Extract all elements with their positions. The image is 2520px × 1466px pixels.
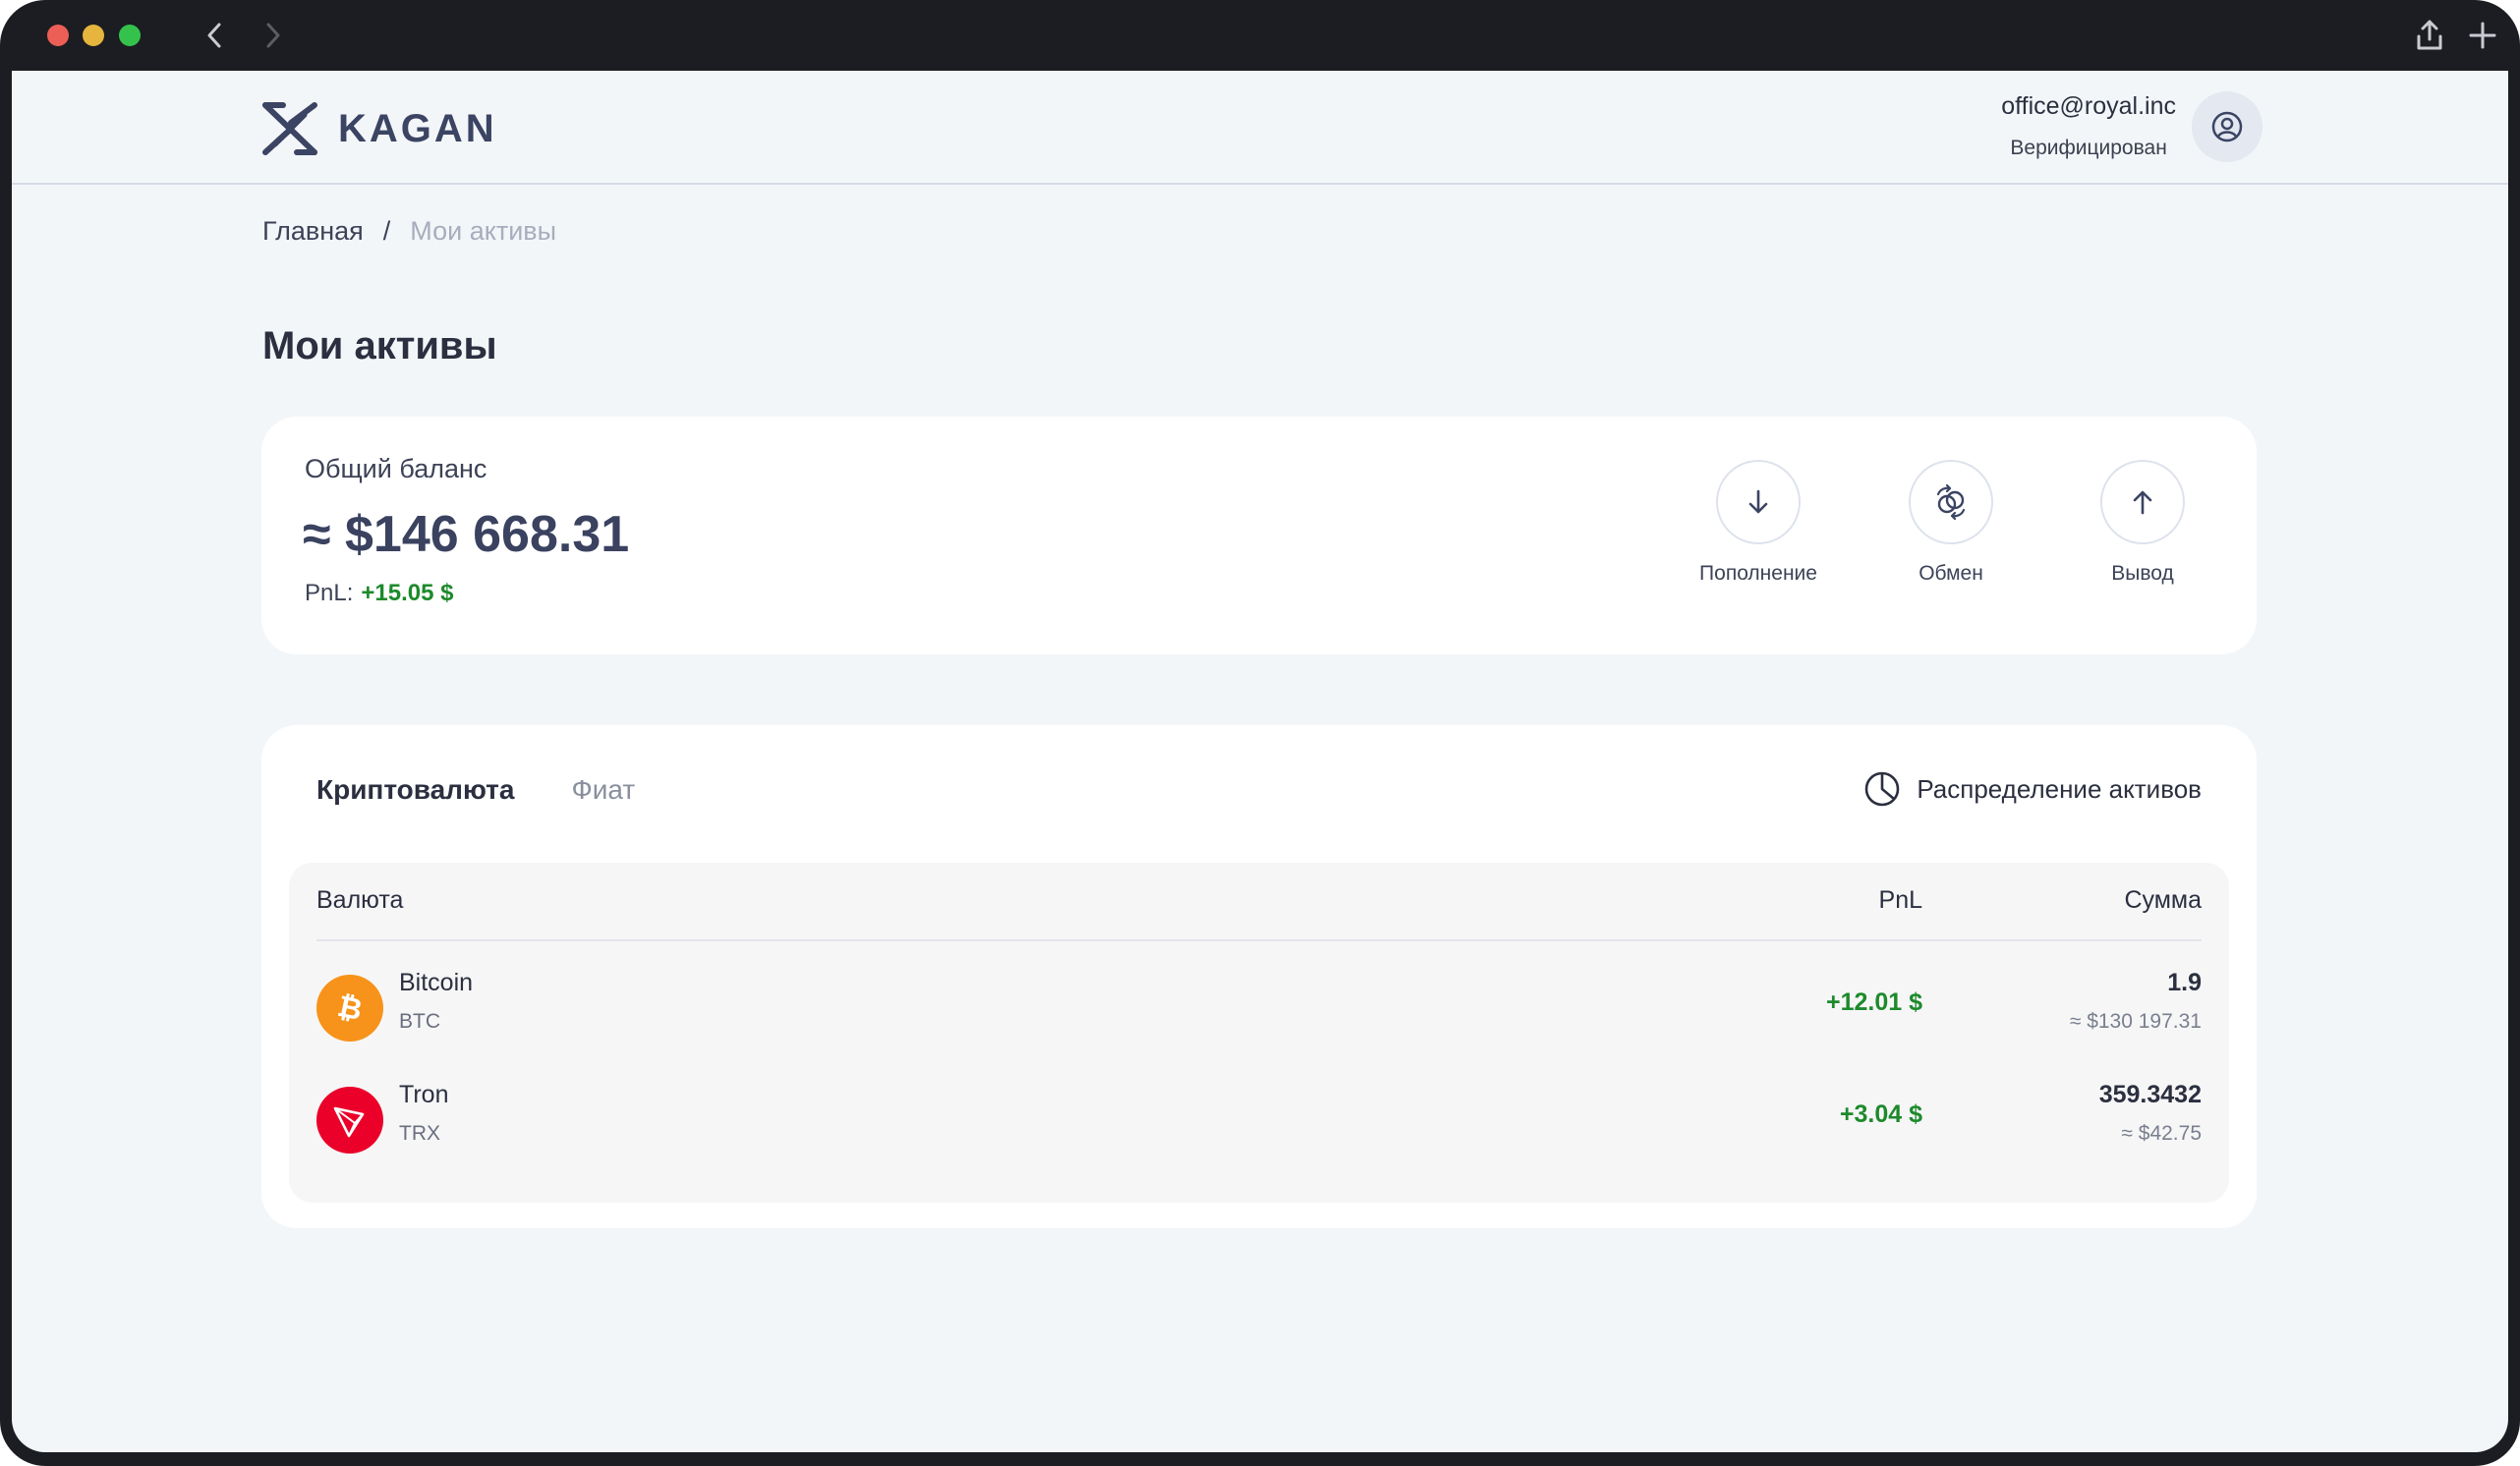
pnl-value: +15.05 $ [361,580,454,606]
svg-text:₿: ₿ [334,989,365,1028]
page-title: Мои активы [262,324,497,367]
balance-pnl: PnL: +15.05 $ [305,580,453,607]
withdraw-action: Вывод [2064,460,2221,586]
arrow-down-icon [1748,489,1768,514]
user-icon [2211,111,2243,142]
coin-pnl: +12.01 $ [1825,988,1922,1016]
logo-text: KAGAN [338,106,497,150]
pie-chart-icon [1865,771,1900,807]
asset-tabs: Криптовалюта Фиат [316,774,635,806]
coin-pnl: +3.04 $ [1839,1100,1922,1128]
back-icon[interactable] [195,16,234,55]
coin-name: Tron [399,1081,449,1108]
coin-amount: 359.3432 [2098,1081,2202,1108]
share-icon[interactable] [2408,14,2451,57]
deposit-button[interactable] [1716,460,1801,544]
minimize-window-button[interactable] [83,25,104,46]
avatar[interactable] [2192,91,2262,162]
withdraw-button[interactable] [2100,460,2185,544]
breadcrumb-home-link[interactable]: Главная [262,216,364,247]
tab-fiat[interactable]: Фиат [571,774,635,806]
bitcoin-icon: ₿ [316,975,383,1042]
coin-amount: 1.9 [2167,969,2202,996]
column-header-pnl: PnL [1878,886,1922,914]
user-verification-status: Верифицирован [2010,137,2167,159]
tron-icon [316,1087,383,1154]
breadcrumb-separator: / [382,216,391,246]
table-row[interactable]: Tron TRX +3.04 $ 359.3432 ≈ $42.75 [289,1069,2229,1177]
exchange-action: Обмен [1872,460,2030,586]
forward-icon[interactable] [254,16,293,55]
asset-distribution-label: Распределение активов [1917,773,2202,804]
exchange-icon [1936,484,1966,520]
deposit-action: Пополнение [1680,460,1837,586]
user-info: office@royal.inc Верифицирован [2001,92,2176,160]
maximize-window-button[interactable] [119,25,141,46]
coin-usd-value: ≈ $42.75 [2121,1122,2202,1145]
column-header-sum: Сумма [2124,886,2202,914]
tab-crypto[interactable]: Криптовалюта [316,774,514,806]
balance-label: Общий баланс [305,454,487,483]
balance-value: ≈ $146 668.31 [303,506,630,563]
column-header-currency: Валюта [316,886,404,914]
table-header-divider [316,939,2202,941]
site-header: KAGAN office@royal.inc Верифицирован [12,71,2508,185]
withdraw-label: Вывод [2111,562,2174,585]
coin-name: Bitcoin [399,969,474,996]
close-window-button[interactable] [47,25,69,46]
pnl-label: PnL: [305,580,354,606]
user-email: office@royal.inc [2001,92,2176,120]
breadcrumb: Главная / Мои активы [262,216,556,247]
device-frame: KAGAN office@royal.inc Верифицирован Гла… [0,0,2520,1466]
assets-table: Валюта PnL Сумма ₿ Bitcoin BTC +12.01 $ … [289,863,2229,1203]
breadcrumb-current: Мои активы [410,216,557,246]
assets-card: Криптовалюта Фиат Распределение активов … [261,725,2257,1228]
coin-usd-value: ≈ $130 197.31 [2069,1010,2202,1033]
arrow-up-icon [2133,490,2152,515]
page-viewport: KAGAN office@royal.inc Верифицирован Гла… [12,71,2508,1452]
exchange-label: Обмен [1919,562,1983,585]
exchange-button[interactable] [1909,460,1993,544]
logo[interactable]: KAGAN [261,100,497,157]
coin-symbol: BTC [399,1010,440,1033]
browser-titlebar [0,0,2520,71]
table-row[interactable]: ₿ Bitcoin BTC +12.01 $ 1.9 ≈ $130 197.31 [289,957,2229,1065]
logo-mark-icon [262,102,317,155]
asset-distribution-button[interactable]: Распределение активов [1863,770,2202,808]
deposit-label: Пополнение [1699,562,1817,585]
balance-card: Общий баланс ≈ $146 668.31 PnL: +15.05 $… [261,417,2257,654]
plus-icon[interactable] [2461,14,2504,57]
coin-symbol: TRX [399,1122,440,1145]
